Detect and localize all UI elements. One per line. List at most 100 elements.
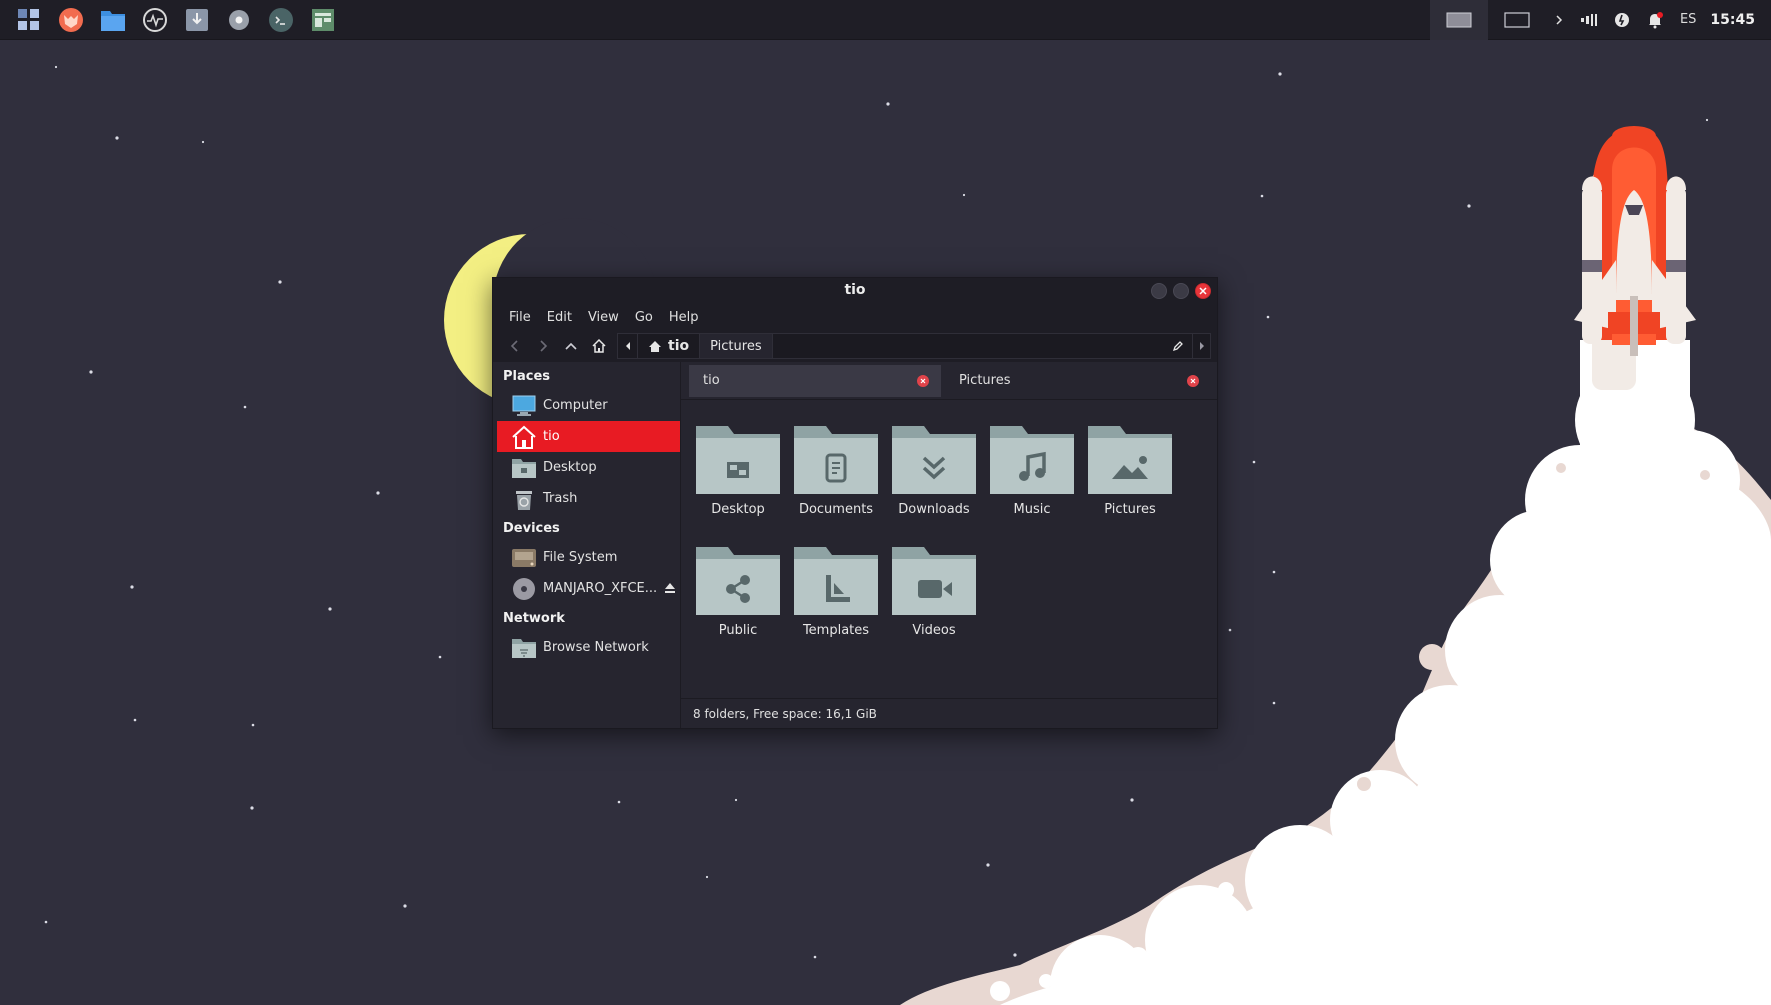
music-note-icon: [990, 426, 1074, 494]
applications-menu-button[interactable]: [8, 0, 50, 40]
sidebar-item-computer[interactable]: Computer: [493, 390, 680, 421]
menu-help[interactable]: Help: [661, 310, 707, 325]
top-panel: ES 15:45: [0, 0, 1771, 40]
sidebar-item-browse-network[interactable]: Browse Network: [493, 632, 680, 663]
download-box-icon: [186, 8, 208, 31]
terminal-icon: [269, 7, 293, 32]
download-icon: [892, 426, 976, 494]
tray-expand-button[interactable]: [1546, 0, 1572, 40]
folder-item-documents[interactable]: Documents: [787, 426, 885, 547]
folder-item-pictures[interactable]: Pictures: [1081, 426, 1179, 547]
web-browser-launcher[interactable]: [50, 0, 92, 40]
window-controls: [1151, 283, 1211, 299]
forward-button[interactable]: [529, 332, 557, 360]
sidebar-header-places: Places: [503, 369, 551, 384]
spreadsheet-icon: [312, 8, 334, 31]
video-camera-icon: [892, 547, 976, 615]
sidebar-item-label: Trash: [543, 491, 578, 506]
home-button[interactable]: [585, 332, 613, 360]
tab-bar: tio Pictures: [681, 362, 1217, 400]
tab-label: tio: [703, 373, 720, 388]
window-titlebar[interactable]: tio: [493, 278, 1217, 304]
workspace-2[interactable]: [1488, 0, 1546, 40]
task-manager-launcher[interactable]: [302, 0, 344, 40]
notifications-indicator[interactable]: [1638, 0, 1672, 40]
path-scroll-left-button[interactable]: [618, 334, 638, 358]
menu-edit[interactable]: Edit: [539, 310, 580, 325]
home-folder-icon: [511, 425, 537, 449]
wired-network-icon: [1580, 13, 1597, 26]
power-indicator[interactable]: [1606, 0, 1638, 40]
chevron-right-icon: [1556, 14, 1563, 25]
sidebar-item-label: MANJARO_XFCE...: [543, 581, 658, 596]
sidebar-item-desktop[interactable]: Desktop: [493, 452, 680, 483]
power-icon: [1614, 12, 1629, 27]
path-segment-pictures[interactable]: Pictures: [699, 334, 773, 358]
folder-label: Music: [1013, 502, 1051, 517]
minimize-button[interactable]: [1151, 283, 1167, 299]
maximize-button[interactable]: [1173, 283, 1189, 299]
path-bar: tio Pictures: [617, 333, 1211, 359]
folder-label: Pictures: [1104, 502, 1156, 517]
tab-pictures[interactable]: Pictures: [945, 365, 1211, 397]
close-tab-icon[interactable]: [917, 374, 929, 387]
folder-item-videos[interactable]: Videos: [885, 547, 983, 668]
tab-label: Pictures: [959, 373, 1011, 388]
settings-launcher[interactable]: [218, 0, 260, 40]
workspace-thumbnail-icon: [1446, 12, 1472, 27]
workspace-1[interactable]: [1429, 0, 1488, 40]
folder-item-templates[interactable]: Templates: [787, 547, 885, 668]
home-icon: [592, 338, 606, 353]
menu-go[interactable]: Go: [627, 310, 661, 325]
folder-item-downloads[interactable]: Downloads: [885, 426, 983, 547]
folder-label: Downloads: [898, 502, 970, 517]
parent-folder-button[interactable]: [557, 332, 585, 360]
keyboard-layout-indicator[interactable]: ES: [1672, 0, 1704, 40]
status-bar: 8 folders, Free space: 16,1 GiB: [681, 698, 1217, 728]
folder-item-public[interactable]: Public: [689, 547, 787, 668]
sidebar-item-file-system[interactable]: File System: [493, 542, 680, 573]
gear-icon: [229, 9, 249, 30]
close-tab-icon[interactable]: [1187, 374, 1199, 387]
browser-icon: [59, 7, 83, 32]
close-button[interactable]: [1195, 283, 1211, 299]
menu-bar: File Edit View Go Help: [493, 304, 1217, 330]
folder-icon-view: Desktop Documents Downloads Music Pictur…: [681, 400, 1217, 698]
folder-item-music[interactable]: Music: [983, 426, 1081, 547]
folder-label: Videos: [912, 623, 956, 638]
network-folder-icon: [511, 636, 537, 660]
path-segment-home[interactable]: tio: [638, 334, 699, 358]
eject-icon[interactable]: [664, 582, 676, 598]
menu-file[interactable]: File: [501, 310, 539, 325]
computer-icon: [511, 394, 537, 418]
sidebar-header-network: Network: [503, 611, 565, 626]
close-icon: [1199, 287, 1207, 295]
sidebar-item-home[interactable]: tio: [497, 421, 680, 452]
network-indicator[interactable]: [1572, 0, 1606, 40]
sidebar-item-label: tio: [543, 429, 560, 444]
file-manager-launcher[interactable]: [92, 0, 134, 40]
triangle-right-icon: [1199, 342, 1204, 350]
sidebar-item-label: File System: [543, 550, 618, 565]
pencil-icon: [1172, 341, 1183, 352]
folder-item-desktop[interactable]: Desktop: [689, 426, 787, 547]
optical-disc-icon: [511, 577, 537, 601]
sidebar-item-trash[interactable]: Trash: [493, 483, 680, 514]
desktop-folder-icon: [511, 456, 537, 480]
sidebar-header-devices: Devices: [503, 521, 560, 536]
tab-tio[interactable]: tio: [689, 364, 941, 397]
image-icon: [1088, 426, 1172, 494]
sidebar: Places Computer tio Desktop Trash Device…: [493, 362, 681, 728]
edit-location-button[interactable]: [1164, 334, 1192, 358]
path-scroll-right-button[interactable]: [1192, 334, 1210, 358]
terminal-launcher[interactable]: [260, 0, 302, 40]
system-monitor-launcher[interactable]: [134, 0, 176, 40]
sidebar-item-optical-disc[interactable]: MANJARO_XFCE...: [493, 573, 680, 604]
menu-view[interactable]: View: [580, 310, 627, 325]
main-pane: tio Pictures Desktop Documents Downloads…: [681, 362, 1217, 728]
clock[interactable]: 15:45: [1704, 0, 1763, 40]
chevron-up-icon: [565, 342, 577, 350]
software-install-launcher[interactable]: [176, 0, 218, 40]
workspace-thumbnail-icon: [1504, 11, 1530, 28]
back-button[interactable]: [501, 332, 529, 360]
